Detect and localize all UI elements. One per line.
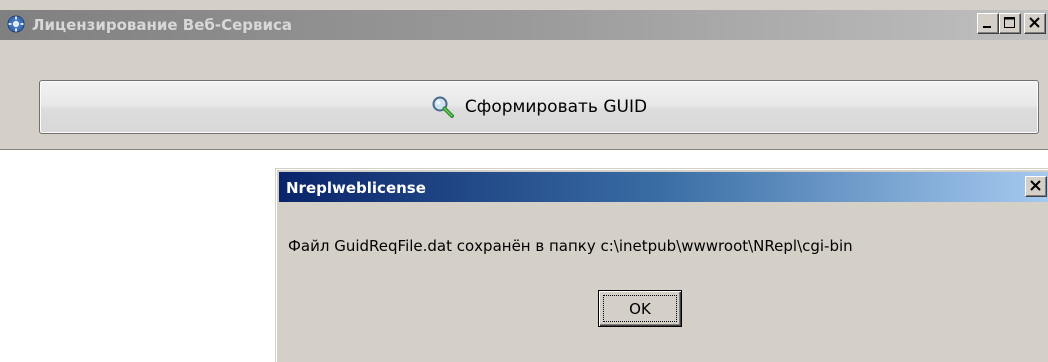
ok-button[interactable]: OK <box>598 290 682 327</box>
ok-button-label: OK <box>629 299 651 318</box>
maximize-icon <box>1004 17 1015 28</box>
search-icon <box>432 96 454 118</box>
close-button[interactable] <box>1024 13 1046 34</box>
message-dialog: Nreplweblicense Файл GuidReqFile.dat сох… <box>275 168 1048 362</box>
generate-guid-label: Сформировать GUID <box>464 97 648 117</box>
close-icon <box>1029 17 1040 28</box>
minimize-button[interactable] <box>977 13 999 34</box>
generate-guid-button-content: Сформировать GUID <box>40 81 1038 133</box>
dialog-close-button[interactable] <box>1025 176 1047 197</box>
close-icon <box>1030 180 1041 191</box>
main-titlebar[interactable]: Лицензирование Веб-Сервиса <box>0 10 1048 40</box>
dialog-titlebar[interactable]: Nreplweblicense <box>279 172 1048 202</box>
minimize-icon <box>983 26 991 28</box>
generate-guid-button[interactable]: Сформировать GUID <box>39 80 1039 134</box>
maximize-button[interactable] <box>999 13 1021 34</box>
gear-app-icon <box>7 15 25 33</box>
main-window: Лицензирование Веб-Сервиса Сформировать … <box>0 0 1048 150</box>
dialog-message: Файл GuidReqFile.dat сохранён в папку c:… <box>288 237 853 255</box>
window-title: Лицензирование Веб-Сервиса <box>32 16 293 34</box>
dialog-title: Nreplweblicense <box>286 179 426 197</box>
